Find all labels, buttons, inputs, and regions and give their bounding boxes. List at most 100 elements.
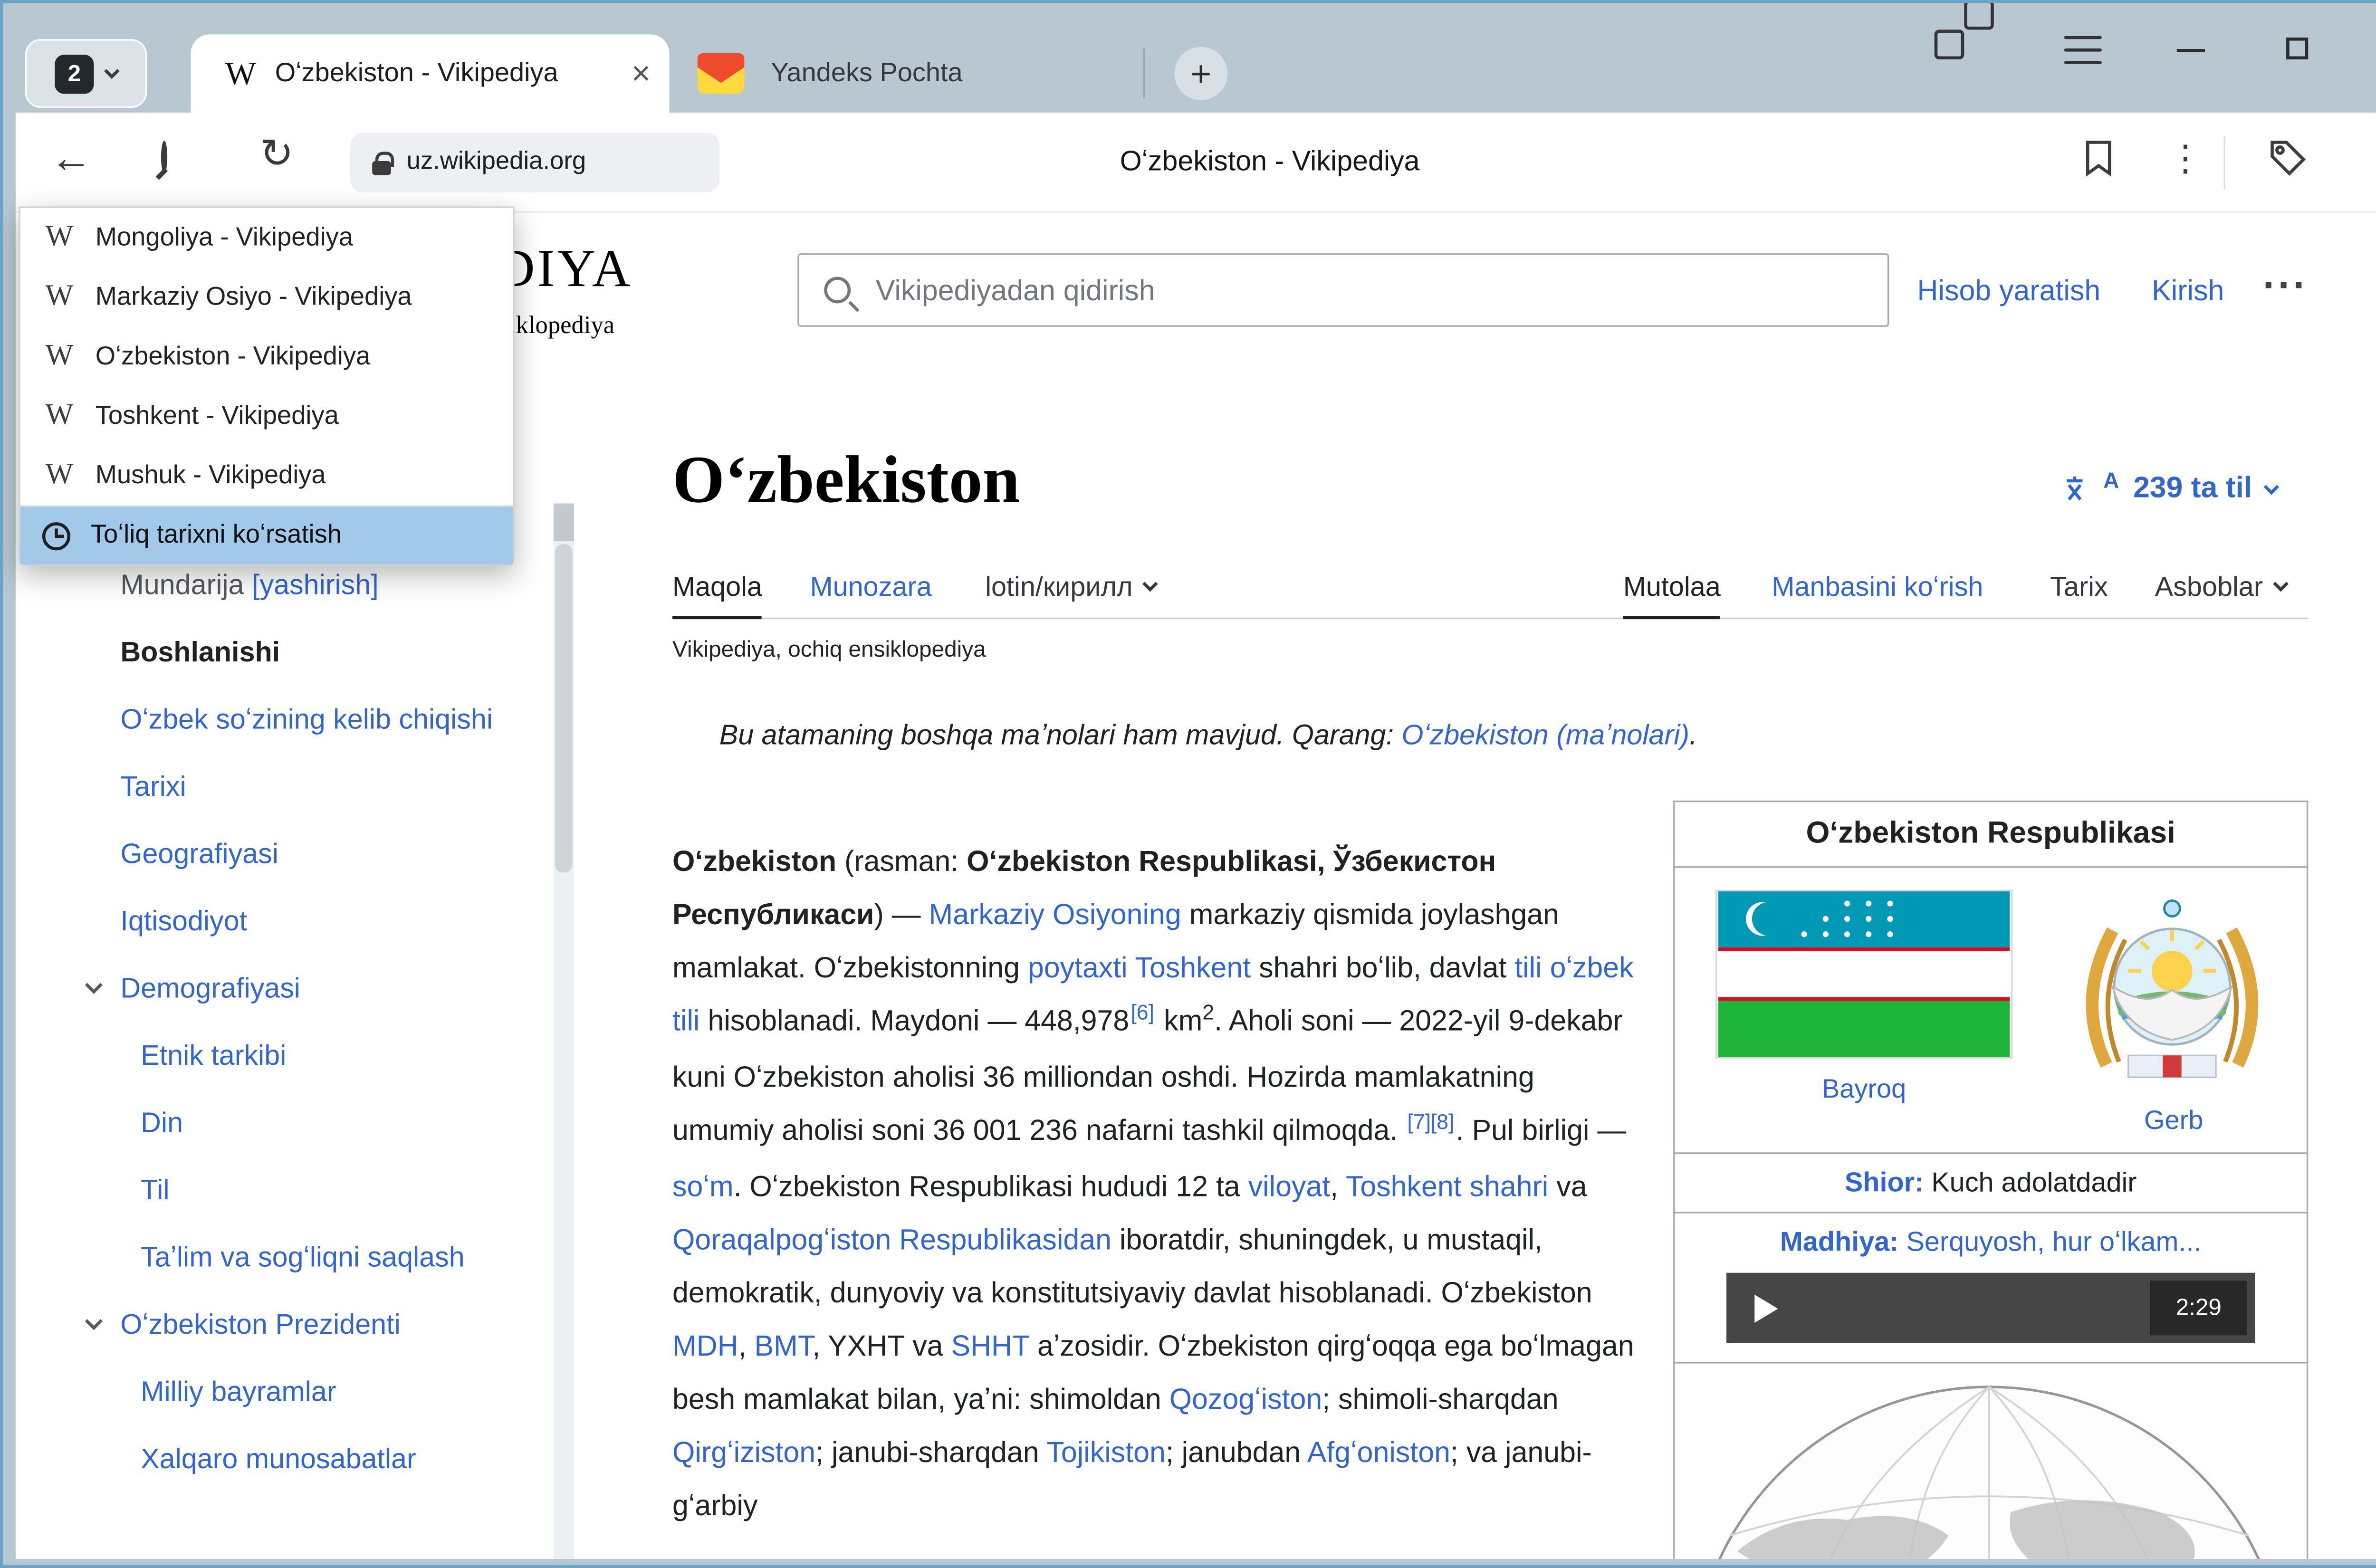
flag-caption-link[interactable]: Bayroq: [1715, 1074, 2012, 1106]
toc-item[interactable]: Boshlanishi: [120, 631, 496, 672]
anthem-label-link[interactable]: Madhiya:: [1780, 1226, 1899, 1257]
tab-manbasini-korish[interactable]: Manbasini koʻrish: [1772, 554, 1983, 619]
toc-item-label: Oʻzbek soʻzining kelib chiqishi: [120, 704, 493, 735]
toc-item[interactable]: Oʻzbek soʻzining kelib chiqishi: [120, 699, 496, 740]
tab-munozara[interactable]: Munozara: [810, 554, 932, 619]
uzbekistan-emblem-image[interactable]: [2072, 889, 2272, 1090]
inline-link[interactable]: poytaxti Toshkent: [1028, 951, 1251, 984]
inline-link[interactable]: Oʻzbekiston (maʼnolari): [1401, 719, 1689, 751]
play-icon[interactable]: [1754, 1294, 1778, 1322]
audio-duration: 2:29: [2150, 1281, 2247, 1335]
toc-scrollbar[interactable]: [554, 504, 574, 1559]
history-item[interactable]: WMongoliya - Vikipediya: [20, 208, 513, 268]
inline-link[interactable]: Afgʻoniston: [1307, 1435, 1450, 1468]
back-button[interactable]: ←: [50, 134, 92, 183]
inline-link[interactable]: Qoraqalpogʻiston Respublikasidan: [672, 1223, 1111, 1255]
inline-link[interactable]: Qirgʻiziston: [672, 1435, 815, 1468]
text-segment: km: [1156, 1004, 1202, 1037]
history-show-all-item[interactable]: Toʻliq tarixni koʻrsatish: [20, 505, 513, 564]
history-item[interactable]: WToshkent - Vikipediya: [20, 386, 513, 446]
toc-item[interactable]: Tarixi: [120, 766, 496, 807]
toc-item[interactable]: Geografiyasi: [120, 833, 496, 874]
more-options-icon[interactable]: ···: [2263, 261, 2308, 310]
search-input[interactable]: [876, 273, 1862, 307]
create-account-link[interactable]: Hisob yaratish: [1917, 274, 2101, 308]
inline-link[interactable]: MDH: [672, 1329, 738, 1362]
text-segment: .: [1689, 719, 1697, 751]
language-selector[interactable]: A 239 ta til: [2061, 472, 2277, 507]
toc-item-label: Til: [141, 1174, 169, 1205]
tab-inactive[interactable]: Yandeks Pochta: [679, 34, 1135, 113]
toc-item[interactable]: Milliy bayramlar: [120, 1371, 496, 1412]
collections-tag-icon[interactable]: [2268, 138, 2309, 186]
inline-link[interactable]: Tojikiston: [1046, 1435, 1165, 1468]
window-maximize-button[interactable]: [2274, 25, 2321, 72]
uzbekistan-flag-image[interactable]: [1715, 889, 2012, 1058]
chevron-down-icon[interactable]: [85, 1312, 103, 1330]
inline-link[interactable]: SHHT: [951, 1329, 1029, 1362]
toc-item[interactable]: Xalqaro munosabatlar: [120, 1439, 496, 1480]
toc-scroll-thumb[interactable]: [555, 544, 572, 872]
inline-link[interactable]: viloyat: [1248, 1170, 1331, 1203]
tab-active[interactable]: W Oʻzbekiston - Vikipediya ×: [191, 34, 669, 113]
tab-tarix[interactable]: Tarix: [2050, 554, 2108, 619]
wikipedia-favicon: W: [225, 54, 256, 93]
toc-item[interactable]: Din: [120, 1102, 496, 1143]
history-item[interactable]: WMarkaziy Osiyo - Vikipediya: [20, 268, 513, 327]
text-segment: ; janubi-sharqdan: [815, 1435, 1046, 1468]
anthem-audio-player[interactable]: 2:29: [1726, 1273, 2255, 1343]
inline-link[interactable]: Qozogʻiston: [1169, 1382, 1322, 1415]
toc-item[interactable]: Iqtisodiyot: [120, 901, 496, 942]
history-item[interactable]: WMushuk - Vikipediya: [20, 446, 513, 505]
close-tab-icon[interactable]: ×: [632, 57, 651, 90]
bookmark-icon[interactable]: [2083, 139, 2114, 184]
tab-maqola[interactable]: Maqola: [672, 554, 762, 619]
yandex-mail-icon: [698, 53, 745, 94]
toc-item[interactable]: Etnik tarkibi: [120, 1035, 496, 1076]
chevron-down-icon: [2273, 576, 2289, 592]
chevron-down-icon: [104, 63, 120, 79]
toc-item[interactable]: Demografiyasi: [120, 968, 496, 1009]
text-segment: ; shimoli-sharqdan: [1322, 1382, 1558, 1415]
language-icon: [2061, 472, 2095, 507]
tab-asboblar[interactable]: Asboblar: [2155, 554, 2287, 619]
tab-variant-selector[interactable]: lotin/кирилл: [985, 554, 1156, 619]
language-icon-a: A: [2103, 468, 2119, 493]
tab-counter-button[interactable]: 2: [25, 39, 147, 108]
inline-link[interactable]: [7][8]: [1408, 1110, 1455, 1133]
new-tab-button[interactable]: +: [1174, 47, 1227, 100]
toc-item[interactable]: Oʻzbekiston Prezidenti: [120, 1304, 496, 1345]
tab-mutolaa[interactable]: Mutolaa: [1623, 554, 1721, 619]
chevron-down-icon[interactable]: [85, 976, 103, 994]
kebab-menu-icon[interactable]: ⋮: [2167, 138, 2204, 180]
anthem-title-link[interactable]: Serquyosh, hur oʻlkam...: [1898, 1226, 2201, 1257]
inline-link[interactable]: Toshkent shahri: [1346, 1170, 1548, 1203]
text-segment: Oʻzbekiston: [672, 844, 836, 877]
toc-item[interactable]: Taʼlim va sogʻliqni saqlash: [120, 1237, 496, 1278]
motto-label-link[interactable]: Shior:: [1845, 1166, 1924, 1198]
inline-link[interactable]: BMT: [755, 1329, 813, 1362]
text-segment: Bu atamaning boshqa maʼnolari ham mavjud…: [719, 719, 1402, 751]
toc-hide-link[interactable]: [yashirish]: [252, 569, 379, 601]
history-item-label: Toshkent - Vikipediya: [96, 401, 339, 431]
text-segment: shahri boʻlib, davlat: [1251, 951, 1514, 984]
navigation-bar: ← ↻ uz.wikipedia.org Oʻzbekiston - Vikip…: [16, 113, 2376, 213]
toc-scroll-up[interactable]: [554, 504, 574, 541]
history-item-label: Mongoliya - Vikipediya: [96, 223, 353, 253]
emblem-caption-link[interactable]: Gerb: [2072, 1106, 2275, 1137]
text-segment: ) —: [874, 898, 929, 930]
login-link[interactable]: Kirish: [2152, 274, 2224, 308]
toc-item[interactable]: Til: [120, 1170, 496, 1211]
reload-button[interactable]: ↻: [259, 130, 294, 178]
window-minimize-button[interactable]: —: [2167, 25, 2214, 72]
toc-item-label: Din: [141, 1107, 183, 1138]
text-segment: . Oʻzbekiston Respublikasi hududi 12 ta: [734, 1170, 1248, 1203]
inline-link[interactable]: Markaziy Osiyoning: [929, 898, 1181, 930]
menu-hamburger-icon[interactable]: [2064, 36, 2102, 64]
history-item[interactable]: WOʻzbekiston - Vikipediya: [20, 327, 513, 386]
search-icon[interactable]: [161, 144, 167, 172]
inline-link[interactable]: [6]: [1131, 1001, 1154, 1024]
inline-link[interactable]: soʻm: [672, 1170, 734, 1203]
url-text: uz.wikipedia.org: [407, 149, 586, 177]
wiki-search-box[interactable]: [797, 253, 1889, 327]
